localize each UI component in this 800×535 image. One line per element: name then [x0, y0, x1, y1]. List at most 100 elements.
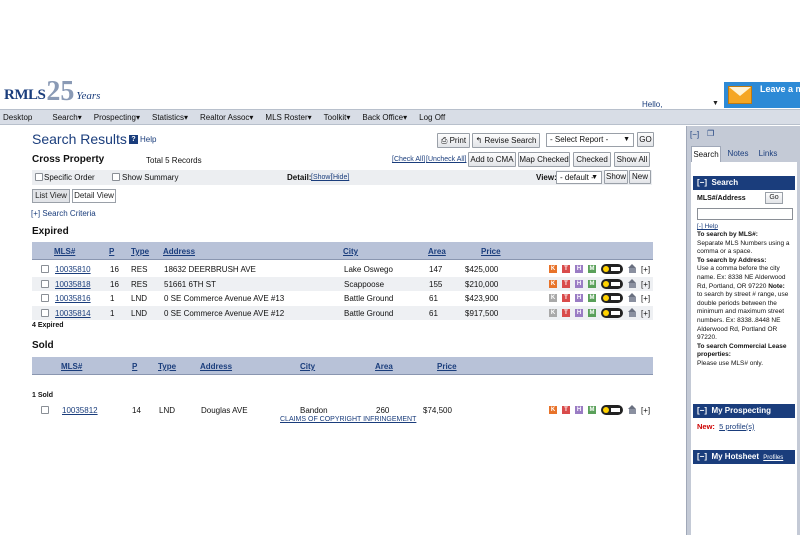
k-report-icon[interactable]: K	[549, 308, 557, 317]
cell-mls[interactable]: 10035816	[55, 294, 91, 303]
house-icon[interactable]	[628, 307, 637, 318]
expand-row-button[interactable]: [+]	[641, 294, 650, 303]
collapse-icon[interactable]: [−]	[697, 178, 707, 187]
col-address[interactable]: Address	[200, 362, 232, 371]
search-widget-header[interactable]: [−] Search	[693, 176, 795, 190]
m-report-icon[interactable]: M	[588, 406, 596, 414]
tab-notes[interactable]: Notes	[725, 146, 751, 162]
show-button[interactable]: Show	[604, 170, 628, 184]
virtual-tour-icon[interactable]	[601, 293, 623, 303]
menu-prospecting[interactable]: Prospecting▾	[88, 113, 146, 122]
m-report-icon[interactable]: M	[588, 279, 596, 288]
virtual-tour-icon[interactable]	[601, 307, 623, 318]
collapse-icon[interactable]: [−]	[697, 406, 707, 415]
col-area[interactable]: Area	[428, 247, 446, 256]
menu-log-off[interactable]: Log Off	[413, 113, 451, 122]
virtual-tour-icon[interactable]	[601, 278, 623, 289]
menu-desktop[interactable]: Desktop	[0, 113, 46, 122]
tab-search[interactable]: Search	[691, 146, 721, 162]
k-report-icon[interactable]: K	[549, 265, 557, 273]
detail-show-link[interactable]: [Show]	[311, 174, 332, 181]
h-report-icon[interactable]: H	[575, 406, 583, 414]
m-report-icon[interactable]: M	[588, 308, 596, 317]
cell-mls[interactable]: 10035814	[55, 309, 91, 318]
cell-mls[interactable]: 10035810	[55, 265, 91, 274]
m-report-icon[interactable]: M	[588, 294, 596, 302]
row-checkbox[interactable]	[41, 406, 49, 414]
collapse-icon[interactable]: [−]	[697, 452, 707, 461]
menu-search[interactable]: Search▾	[46, 113, 87, 122]
tab-list-view[interactable]: List View	[32, 189, 70, 203]
quick-search-go-button[interactable]: Go	[765, 192, 783, 204]
show-all-button[interactable]: Show All	[614, 152, 650, 167]
t-report-icon[interactable]: T	[562, 265, 570, 273]
go-button[interactable]: GO	[637, 132, 654, 147]
collapse-panel-button[interactable]: [−]	[690, 130, 699, 139]
help-icon[interactable]: ?	[129, 135, 138, 144]
col-area[interactable]: Area	[375, 362, 393, 371]
col-price[interactable]: Price	[481, 247, 501, 256]
menu-back-office[interactable]: Back Office▾	[356, 113, 413, 122]
t-report-icon[interactable]: T	[562, 294, 570, 302]
col-p[interactable]: P	[132, 362, 137, 371]
checked-button[interactable]: Checked	[573, 152, 611, 167]
prospecting-widget-header[interactable]: [−] My Prospecting Profiles	[693, 404, 795, 429]
map-checked-button[interactable]: Map Checked	[518, 152, 570, 167]
k-report-icon[interactable]: K	[549, 294, 557, 302]
select-report-dropdown[interactable]: - Select Report - ▼	[546, 133, 634, 147]
expand-row-button[interactable]: [+]	[641, 309, 650, 318]
check-all-link[interactable]: [Check All]	[392, 156, 425, 163]
popout-window-icon[interactable]: ❐	[707, 129, 714, 138]
add-to-cma-button[interactable]: Add to CMA	[468, 152, 516, 167]
col-mls[interactable]: MLS#	[61, 362, 82, 371]
house-icon[interactable]	[628, 264, 637, 274]
menu-mls-roster[interactable]: MLS Roster▾	[259, 113, 317, 122]
tab-links[interactable]: Links	[755, 146, 781, 162]
uncheck-all-link[interactable]: [Uncheck All]	[426, 156, 466, 163]
t-report-icon[interactable]: T	[562, 279, 570, 288]
specific-order-checkbox[interactable]	[35, 173, 43, 181]
row-checkbox[interactable]	[41, 279, 49, 288]
expand-row-button[interactable]: [+]	[641, 265, 650, 274]
col-price[interactable]: Price	[437, 362, 457, 371]
col-city[interactable]: City	[343, 247, 358, 256]
col-city[interactable]: City	[300, 362, 315, 371]
house-icon[interactable]	[628, 293, 637, 303]
hotsheet-profiles-link[interactable]: Profiles	[763, 455, 783, 461]
col-p[interactable]: P	[109, 247, 114, 256]
leave-message-button[interactable]: Leave a message	[724, 82, 800, 108]
mls-address-input[interactable]	[697, 208, 793, 220]
k-report-icon[interactable]: K	[549, 279, 557, 288]
rmls-logo[interactable]: RMLS 25 Years	[4, 76, 100, 106]
cell-mls[interactable]: 10035812	[62, 406, 98, 415]
print-button[interactable]: ⎙ Print	[437, 133, 470, 148]
k-report-icon[interactable]: K	[549, 406, 557, 414]
t-report-icon[interactable]: T	[562, 308, 570, 317]
expand-row-button[interactable]: [+]	[641, 280, 650, 289]
col-type[interactable]: Type	[158, 362, 176, 371]
cell-mls[interactable]: 10035818	[55, 280, 91, 289]
row-checkbox[interactable]	[41, 265, 49, 273]
view-dropdown[interactable]: - default - ▼	[556, 171, 602, 184]
col-type[interactable]: Type	[131, 247, 149, 256]
tab-detail-view[interactable]: Detail View	[72, 189, 116, 203]
house-icon[interactable]	[628, 405, 637, 415]
row-checkbox[interactable]	[41, 308, 49, 317]
hotsheet-widget-header[interactable]: [−] My Hotsheet Profiles	[693, 450, 795, 464]
revise-search-button[interactable]: ↰ Revise Search	[472, 133, 540, 148]
col-address[interactable]: Address	[163, 247, 195, 256]
menu-realtor-assoc[interactable]: Realtor Assoc▾	[194, 113, 259, 122]
hello-user[interactable]: Hello,	[642, 100, 662, 109]
search-criteria-toggle[interactable]: [+] Search Criteria	[31, 209, 96, 218]
menu-statistics[interactable]: Statistics▾	[146, 113, 194, 122]
help-link[interactable]: Help	[140, 135, 156, 144]
new-button[interactable]: New	[629, 170, 651, 184]
h-report-icon[interactable]: H	[575, 294, 583, 302]
h-report-icon[interactable]: H	[575, 308, 583, 317]
copyright-link[interactable]: CLAIMS OF COPYRIGHT INFRINGEMENT	[280, 416, 416, 423]
h-report-icon[interactable]: H	[575, 279, 583, 288]
expand-row-button[interactable]: [+]	[641, 406, 650, 415]
col-mls[interactable]: MLS#	[54, 247, 75, 256]
h-report-icon[interactable]: H	[575, 265, 583, 273]
house-icon[interactable]	[628, 278, 637, 289]
